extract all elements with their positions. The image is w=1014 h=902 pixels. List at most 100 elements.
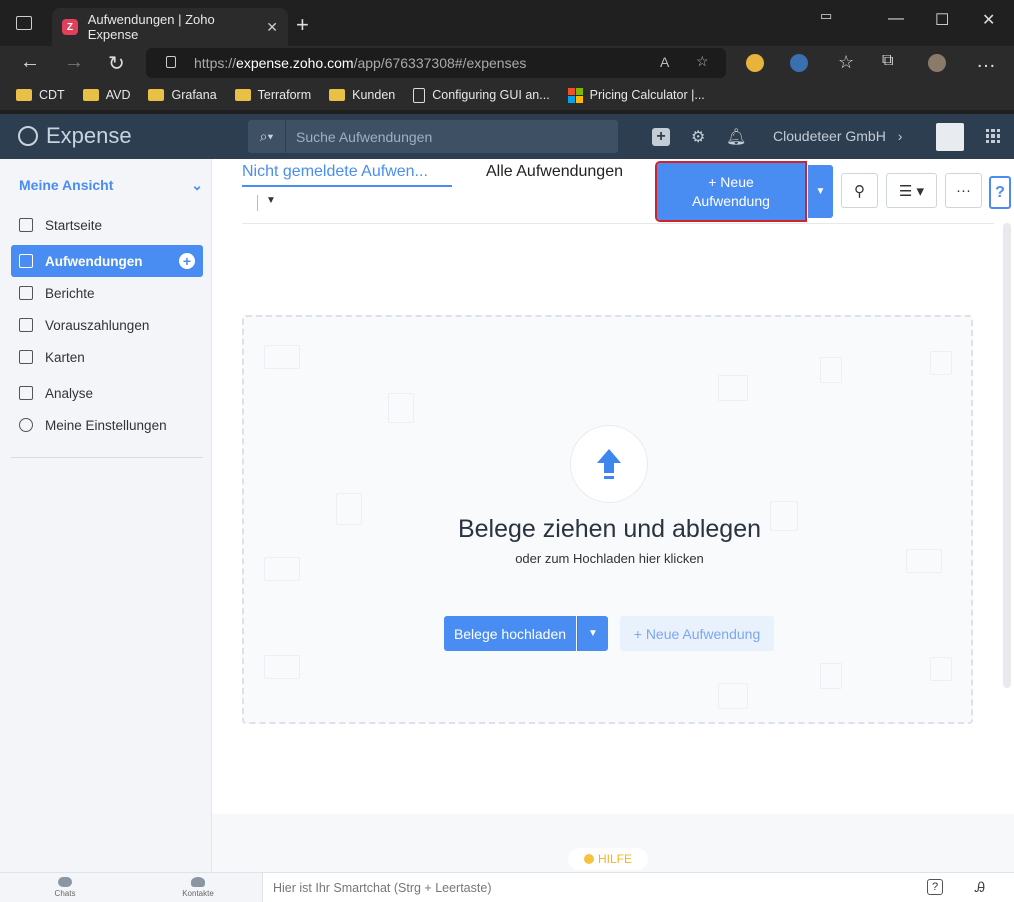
tab-all-expenses[interactable]: Alle Aufwendungen [486,163,623,181]
window-close-icon[interactable]: ✕ [982,10,995,30]
favorites-icon[interactable]: ☆ [838,52,854,73]
bookmark-avd[interactable]: AVD [82,88,130,102]
back-icon[interactable]: ← [20,51,40,74]
lock-icon [166,56,176,68]
help-question-icon[interactable]: ? [989,176,1011,209]
tab-unreported-expenses[interactable]: Nicht gemeldete Aufwen... [242,163,452,187]
browser-tab[interactable]: Z Aufwendungen | Zoho Expense ✕ [52,8,288,46]
scrollbar[interactable] [1003,223,1011,688]
zoho-favicon-icon: Z [62,19,78,35]
sidebar-item-analyse[interactable]: Analyse [11,377,203,409]
dropzone-subtitle[interactable]: oder zum Hochladen hier klicken [244,551,975,566]
upload-circle [570,425,648,503]
bookmark-terraform[interactable]: Terraform [234,88,311,102]
sidebar-item-karten[interactable]: Karten [11,341,203,373]
extension-icon[interactable] [746,54,764,72]
bookmark-configuring-gui[interactable]: Configuring GUI an... [413,87,550,103]
contacts-label: Kontakte [182,889,214,898]
bookmark-cdt[interactable]: CDT [16,88,65,102]
sidebar-item-vorauszahlungen[interactable]: Vorauszahlungen [11,309,203,341]
address-bar-row: ← → ↻ https://expense.zoho.com/app/67633… [0,46,1014,80]
bookmark-grafana[interactable]: Grafana [148,88,217,102]
view-title: Meine Ansicht [19,177,114,193]
more-menu-icon[interactable]: … [976,50,996,73]
url-host: expense.zoho.com [236,55,354,71]
reload-icon[interactable]: ↻ [108,51,125,76]
favorite-add-icon[interactable]: ☆ [696,53,709,70]
bookmark-kunden[interactable]: Kunden [329,88,395,102]
home-icon [19,218,33,232]
sidebar-item-label: Karten [45,349,85,365]
pdf-placeholder-icon [820,357,842,383]
extension-icon[interactable] [790,54,808,72]
new-expense-dropdown-icon[interactable]: ▼ [808,165,833,218]
bookmark-label: Kunden [352,88,396,102]
collections-icon[interactable]: ⧉ [882,52,893,70]
contacts-button[interactable]: Kontakte [178,877,218,898]
sidebar-item-berichte[interactable]: Berichte [11,277,203,309]
help-button[interactable]: HILFE [568,848,648,870]
receipt-icon [19,254,33,268]
receipt-dropzone[interactable]: Belege ziehen und ablegen oder zum Hochl… [242,315,973,724]
organization-switcher[interactable]: Cloudeteer GmbH › [773,128,902,144]
sidebar-item-label: Berichte [45,285,95,301]
forward-icon[interactable]: → [64,51,84,74]
app-brand[interactable]: Expense [18,123,132,149]
settings-gear-icon[interactable]: ⚙ [691,127,705,147]
new-expense-button[interactable]: + Neue Aufwendung [655,161,807,222]
view-selector[interactable]: Meine Ansicht ⌄ [19,177,203,194]
tab-actions-icon[interactable] [16,16,32,30]
folder-icon [329,89,346,101]
brand-name: Expense [46,123,132,148]
workspaces-icon[interactable]: ▭ [820,8,832,24]
user-avatar[interactable] [936,123,964,151]
question-placeholder-icon [930,351,952,375]
card-icon [19,350,33,364]
help-question-icon[interactable]: ? [927,879,943,895]
sidebar-item-aufwendungen[interactable]: Aufwendungen + [11,245,203,277]
add-expense-icon[interactable]: + [179,253,195,269]
more-options-icon[interactable]: ··· [945,173,982,208]
sidebar-divider [11,457,203,458]
new-button-line2: Aufwendung [692,192,770,209]
sidebar-item-einstellungen[interactable]: Meine Einstellungen [11,409,203,441]
filter-icon[interactable]: ⚲ [841,173,878,208]
org-name: Cloudeteer GmbH [773,128,886,144]
chats-button[interactable]: Chats [45,877,85,898]
url-path: /app/676337308#/expenses [353,55,527,71]
search-filter-icon[interactable]: ⌕▾ [248,120,286,153]
sort-list-icon[interactable]: ☰ ▾ [886,173,937,208]
profile-avatar[interactable] [928,54,946,72]
bookmark-label: CDT [39,88,65,102]
notification-bell-icon[interactable]: 🔔︎ [726,127,746,147]
read-aloud-icon[interactable]: A [660,54,669,70]
chevron-right-icon: › [897,128,903,144]
minimize-icon[interactable]: — [888,10,904,28]
view-dropdown-icon[interactable]: ▼ [257,195,276,211]
sidebar-item-label: Aufwendungen [45,253,143,269]
close-tab-icon[interactable]: ✕ [266,19,278,36]
smartchat-input[interactable]: Hier ist Ihr Smartchat (Strg + Leertaste… [262,873,1014,902]
translate-icon[interactable]: Ꭿ [975,879,985,896]
chat-bubble-icon [58,877,72,887]
chats-label: Chats [54,889,76,898]
sidebar-item-label: Startseite [45,217,103,233]
url-field[interactable]: https://expense.zoho.com/app/676337308#/… [146,48,726,78]
new-tab-icon[interactable]: + [296,12,309,38]
maximize-icon[interactable]: ☐ [935,10,949,30]
bottom-bar: Chats Kontakte Hier ist Ihr Smartchat (S… [0,872,1014,902]
upload-dropdown-icon[interactable]: ▼ [577,616,608,651]
search-input[interactable] [286,128,606,145]
upload-receipts-button[interactable]: Belege hochladen [444,616,576,651]
chart-icon [19,386,33,400]
expense-logo-icon [18,126,38,146]
new-expense-secondary-button[interactable]: + Neue Aufwendung [620,616,774,651]
bookmarks-bar: CDT AVD Grafana Terraform Kunden Configu… [0,80,1014,110]
app-grid-icon[interactable] [986,129,1000,143]
image-placeholder-icon [264,345,300,369]
sidebar-item-startseite[interactable]: Startseite [11,209,203,241]
browser-tab-bar: Z Aufwendungen | Zoho Expense ✕ + ▭ — ☐ … [0,0,1014,46]
sidebar: Meine Ansicht ⌄ Startseite Aufwendungen +… [0,159,212,872]
quick-create-icon[interactable]: + [652,128,670,146]
bookmark-pricing-calculator[interactable]: Pricing Calculator |... [567,87,705,103]
